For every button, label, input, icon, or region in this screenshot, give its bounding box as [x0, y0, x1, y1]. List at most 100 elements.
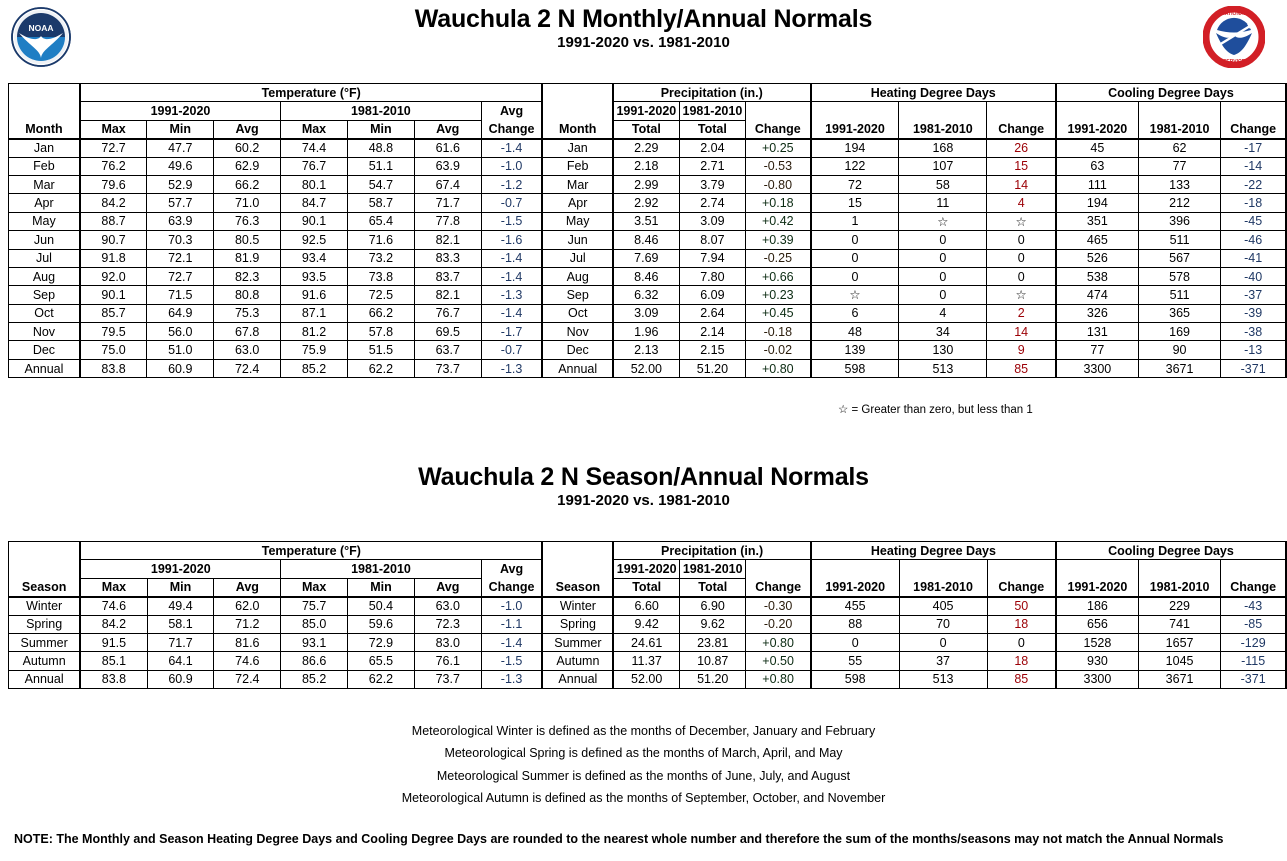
blank: [7, 101, 81, 121]
period-new-temp: 1991-2020: [78, 101, 282, 121]
precip-old-total: 2.14: [678, 322, 747, 342]
page-title: Wauchula 2 N Monthly/Annual Normals: [414, 5, 873, 33]
col-precip-change: Change: [745, 120, 812, 140]
temp-old-max: 75.9: [280, 340, 348, 360]
temp-old-min: 62.2: [346, 358, 415, 379]
temp-old-min: 65.5: [347, 651, 415, 671]
precip-change-blank: [745, 101, 812, 121]
precip-new-total: 3.51: [611, 211, 680, 232]
s-col-cdd-change: Change: [1220, 578, 1287, 598]
hdd-new: ☆: [810, 285, 900, 305]
month-label-2: Oct: [541, 303, 614, 324]
precip-old-total: 51.20: [678, 358, 747, 379]
hdd-new: 194: [810, 138, 900, 158]
temp-new-max: 84.2: [78, 193, 148, 213]
temp-new-avg: 66.2: [213, 174, 282, 195]
hdd-old: 130: [898, 340, 988, 360]
temp-old-min: 57.8: [346, 322, 415, 342]
s-cdd-blank-2: [1137, 559, 1222, 579]
temp-new-min: 64.1: [146, 651, 215, 671]
temp-old-avg: 77.8: [413, 211, 482, 232]
col-cdd-change: Change: [1220, 120, 1287, 140]
s-group-heating: Heating Degree Days: [810, 540, 1057, 561]
temp-change: -1.0: [480, 596, 544, 616]
temp-new-max: 83.8: [79, 669, 148, 690]
temp-new-max: 90.1: [78, 285, 148, 305]
temp-old-avg: 82.1: [413, 285, 482, 305]
temp-change: -1.4: [480, 266, 544, 287]
temp-new-min: 64.9: [146, 303, 215, 324]
precip-change: -0.20: [745, 614, 812, 634]
table-row: Oct 85.7 64.9 75.3 87.1 66.2 76.7 -1.4 Oct 3.09 2.…: [7, 303, 1287, 324]
table-row: May 88.7 63.9 76.3 90.1 65.4 77.8 -1.5 May 3.51 3.…: [7, 211, 1287, 232]
hdd-change: 2: [986, 303, 1057, 324]
col-month: Month: [7, 120, 81, 140]
hdd-change: 14: [986, 174, 1057, 195]
temp-old-min: 62.2: [347, 669, 415, 690]
precip-new-total: 9.42: [612, 614, 681, 634]
precip-old-total: 7.94: [678, 248, 747, 268]
temp-new-min: 58.1: [146, 614, 215, 634]
temp-new-max: 92.0: [78, 266, 148, 287]
cdd-new: 77: [1055, 340, 1139, 360]
temp-old-avg: 76.1: [413, 651, 482, 671]
temp-old-max: 74.4: [280, 138, 348, 158]
s-col-temp-old-min: Min: [347, 577, 415, 598]
temp-change: -1.2: [480, 174, 544, 195]
hdd-blank-1: [810, 101, 900, 121]
s-col-temp-new-min: Min: [146, 577, 215, 598]
hdd-blank-3: [986, 101, 1057, 121]
temp-new-avg: 82.3: [213, 266, 282, 287]
temp-old-max: 87.1: [280, 303, 348, 324]
hdd-new: 0: [810, 248, 900, 268]
temp-new-min: 49.4: [146, 596, 215, 616]
precip-old-total: 6.90: [679, 596, 747, 616]
cdd-change: -85: [1220, 614, 1287, 634]
col-temp-old-max: Max: [280, 119, 348, 140]
precip-change: +0.18: [745, 193, 812, 213]
hdd-new: 72: [810, 174, 900, 195]
temp-new-avg: 75.3: [213, 303, 282, 324]
month-label: Sep: [7, 285, 81, 305]
month-label: Aug: [7, 266, 81, 287]
monthly-normals-table-wrapper: Temperature (°F) Precipitation (in.) Hea…: [7, 82, 1287, 379]
table-row: Sep 90.1 71.5 80.8 91.6 72.5 82.1 -1.3 Sep 6.32 6.…: [7, 285, 1287, 305]
temp-old-min: 65.4: [346, 211, 415, 232]
hdd-new: 88: [810, 614, 900, 634]
cdd-new: 45: [1055, 138, 1139, 158]
temp-new-max: 76.2: [78, 156, 148, 176]
hdd-change: 9: [986, 340, 1057, 360]
temp-old-max: 84.7: [280, 193, 348, 213]
precip-change: +0.42: [745, 211, 812, 232]
temp-change: -1.3: [480, 669, 544, 690]
precip-new-total: 2.92: [611, 193, 680, 213]
table-row: Jan 72.7 47.7 60.2 74.4 48.8 61.6 -1.4 Jan 2.29 2.…: [7, 138, 1287, 158]
temp-old-min: 50.4: [347, 596, 415, 616]
month-label-2: Mar: [541, 174, 614, 195]
temp-old-max: 85.2: [280, 669, 349, 690]
temp-old-avg: 71.7: [413, 193, 482, 213]
hdd-old: 70: [898, 614, 988, 634]
group-cooling: Cooling Degree Days: [1055, 82, 1287, 103]
precip-old-total: 51.20: [679, 669, 747, 690]
cdd-old: 133: [1137, 174, 1222, 195]
hdd-change: 15: [986, 156, 1057, 176]
table-row: Spring 84.2 58.1 71.2 85.0 59.6 72.3 -1.1 Spring…: [8, 614, 1287, 634]
precip-change: +0.45: [745, 303, 812, 324]
cdd-change: -18: [1220, 193, 1287, 213]
temp-new-max: 72.7: [78, 138, 148, 158]
cdd-old: 578: [1137, 266, 1222, 287]
temp-new-min: 57.7: [146, 193, 215, 213]
temp-new-avg: 81.9: [213, 248, 282, 268]
temp-old-min: 58.7: [346, 193, 415, 213]
hdd-change: 85: [986, 358, 1057, 379]
cdd-change: -14: [1220, 156, 1287, 176]
cdd-old: 90: [1137, 340, 1222, 360]
precip-change: -0.18: [745, 322, 812, 342]
temp-change: -1.4: [480, 632, 544, 653]
hdd-new: 55: [810, 651, 900, 671]
temp-old-min: 51.5: [346, 340, 415, 360]
cdd-old: 396: [1137, 211, 1222, 232]
temp-new-max: 83.8: [78, 358, 148, 379]
cdd-change: -37: [1220, 285, 1287, 305]
